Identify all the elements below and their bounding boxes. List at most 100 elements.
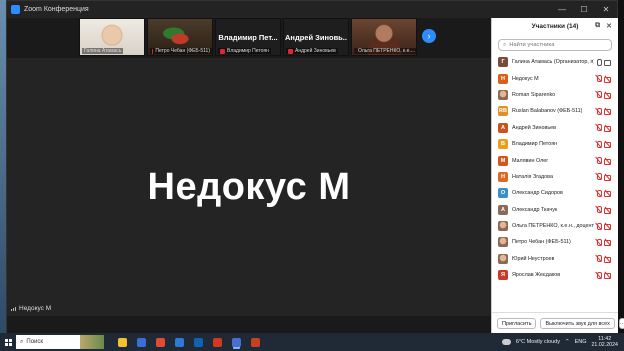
maximize-button[interactable]: ☐ [573, 1, 595, 18]
language-indicator[interactable]: ENG [575, 339, 587, 345]
participant-row[interactable]: Н Наталія Згадова [492, 169, 618, 185]
participant-row[interactable]: Юрий Неустроев [492, 251, 618, 267]
taskbar-app-icon[interactable] [251, 337, 260, 347]
taskbar-apps [118, 337, 260, 347]
participant-name: Roman Siparenko [512, 91, 556, 98]
windows-taskbar: ⌕ Поиск 6°C Mostly cloudy ⌃ ENG 11:42 21… [0, 333, 624, 351]
participant-search[interactable]: ⌕ [498, 39, 612, 51]
participant-name: Владимир Петоян [512, 141, 558, 148]
minimize-button[interactable]: — [551, 1, 573, 18]
start-button[interactable] [0, 333, 16, 351]
close-button[interactable]: ✕ [595, 1, 617, 18]
title-bar: Zoom Конференция — ☐ ✕ [7, 1, 617, 18]
invite-button[interactable]: Пригласить [497, 318, 537, 329]
taskbar-app-icon[interactable] [232, 337, 241, 347]
zoom-logo-icon [11, 5, 20, 14]
gallery-tile[interactable]: Петро Чебан (ФЕБ-511) [147, 18, 213, 56]
taskbar-app-icon[interactable] [175, 337, 184, 347]
participant-name: Олександр Сидоров [512, 190, 563, 197]
participant-status-icons [595, 189, 612, 198]
participant-row[interactable]: Г Галина Атамась (Организатор, я) [492, 54, 618, 70]
window-controls: — ☐ ✕ [551, 1, 617, 18]
avatar: О [498, 188, 508, 199]
avatar: Г [498, 57, 508, 68]
more-options-button[interactable]: ··· [618, 318, 624, 329]
microphone-muted-icon [595, 189, 602, 197]
avatar: Я [498, 270, 508, 281]
weather-text[interactable]: 6°C Mostly cloudy [516, 339, 560, 345]
participant-row[interactable]: А Андрей Зиновьев [492, 120, 618, 136]
participant-status-icons [595, 271, 612, 280]
search-icon: ⌕ [503, 41, 507, 48]
participant-row[interactable]: Н Недокус М [492, 70, 618, 86]
participant-row[interactable]: А Олександр Ткачук [492, 202, 618, 218]
participant-name: Недокус М [512, 75, 539, 82]
taskbar-app-icon[interactable] [213, 337, 222, 347]
gallery-tile[interactable]: Владимир Пет... Владимир Петоян [215, 18, 281, 56]
participant-row[interactable]: Я Ярослав Жеєдаков [492, 267, 618, 283]
windows-logo-icon [4, 338, 12, 346]
tile-caption: Галина Атамась [82, 48, 124, 54]
taskbar-app-icon[interactable] [156, 337, 165, 347]
camera-off-icon [604, 141, 612, 149]
mute-all-button[interactable]: Выключить звук для всех [540, 318, 615, 329]
microphone-muted-icon [595, 222, 602, 230]
tile-caption: Ольга ПЕТРЕНКО, к.е.... [354, 48, 416, 54]
participant-status-icons [595, 140, 612, 149]
participant-row[interactable]: RB Ruslan Balabanov (ФЕБ-511) [492, 103, 618, 119]
microphone-muted-icon [595, 173, 602, 181]
participant-name: Галина Атамась (Организатор, я) [512, 59, 594, 66]
camera-icon [604, 59, 612, 67]
microphone-muted-icon [595, 107, 602, 115]
tray-chevron-icon[interactable]: ⌃ [565, 339, 570, 345]
gallery-tile[interactable]: Андрей Зиновь... Андрей Зиновьев [283, 18, 349, 56]
taskbar-search-label: Поиск [26, 339, 44, 345]
search-icon: ⌕ [20, 338, 24, 345]
participant-status-icons [595, 238, 612, 247]
participant-status-icons [595, 75, 612, 83]
avatar: RB [498, 106, 508, 117]
camera-off-icon [604, 158, 612, 165]
tile-caption-name: Ольга ПЕТРЕНКО, к.е.... [358, 48, 415, 54]
microphone-muted-icon [595, 206, 602, 214]
zoom-window: Zoom Конференция — ☐ ✕ Галина Атамась Пет… [6, 0, 624, 334]
participant-row[interactable]: Петро Чебан (ФЕБ-511) [492, 234, 618, 250]
gallery-tile[interactable]: Галина Атамась [79, 18, 145, 56]
tile-caption: Петро Чебан (ФЕБ-511) [150, 48, 212, 54]
tile-caption-name: Галина Атамась [84, 48, 122, 54]
participant-status-icons [595, 206, 612, 214]
taskbar-app-icon[interactable] [194, 337, 203, 347]
search-highlight-image [80, 335, 104, 349]
close-panel-icon[interactable]: ✕ [606, 22, 612, 30]
participant-row[interactable]: В Владимир Петоян [492, 136, 618, 152]
participant-search-input[interactable] [509, 42, 600, 48]
avatar: В [498, 139, 508, 150]
audio-level-icon [11, 306, 16, 311]
taskbar-search[interactable]: ⌕ Поиск [16, 335, 104, 349]
clock-date: 21.02.2024 [591, 342, 618, 348]
popout-icon[interactable]: ⧉ [595, 22, 600, 30]
participant-status-icons [595, 222, 612, 231]
microphone-muted-icon [595, 238, 602, 246]
gallery-tile[interactable]: Ольга ПЕТРЕНКО, к.е.... [351, 18, 417, 56]
camera-off-icon [604, 174, 612, 181]
participant-row[interactable]: Roman Siparenko [492, 87, 618, 103]
participant-status-icons [595, 255, 612, 263]
taskbar-app-icon[interactable] [137, 337, 146, 347]
participant-row[interactable]: М Малявин Олег [492, 152, 618, 168]
participant-list: Г Галина Атамась (Организатор, я) Н Недокус… [492, 54, 618, 283]
taskbar-app-icon[interactable] [118, 337, 127, 347]
clock[interactable]: 11:42 21.02.2024 [591, 336, 618, 349]
participant-name: Ruslan Balabanov (ФЕБ-511) [512, 108, 583, 115]
participant-row[interactable]: О Олександр Сидоров [492, 185, 618, 201]
microphone-muted-icon [595, 124, 602, 132]
tile-caption: Владимир Петоян [218, 48, 271, 54]
mic-muted-icon [288, 48, 293, 54]
participant-name: Андрей Зиновьев [512, 124, 556, 131]
next-page-arrow-icon[interactable]: › [422, 29, 436, 43]
camera-off-icon [604, 190, 612, 198]
participant-status-icons [595, 124, 612, 132]
avatar: А [498, 204, 508, 215]
microphone-muted-icon [595, 271, 602, 279]
participant-row[interactable]: Ольга ПЕТРЕНКО, к.е.н., доцент к... [492, 218, 618, 234]
